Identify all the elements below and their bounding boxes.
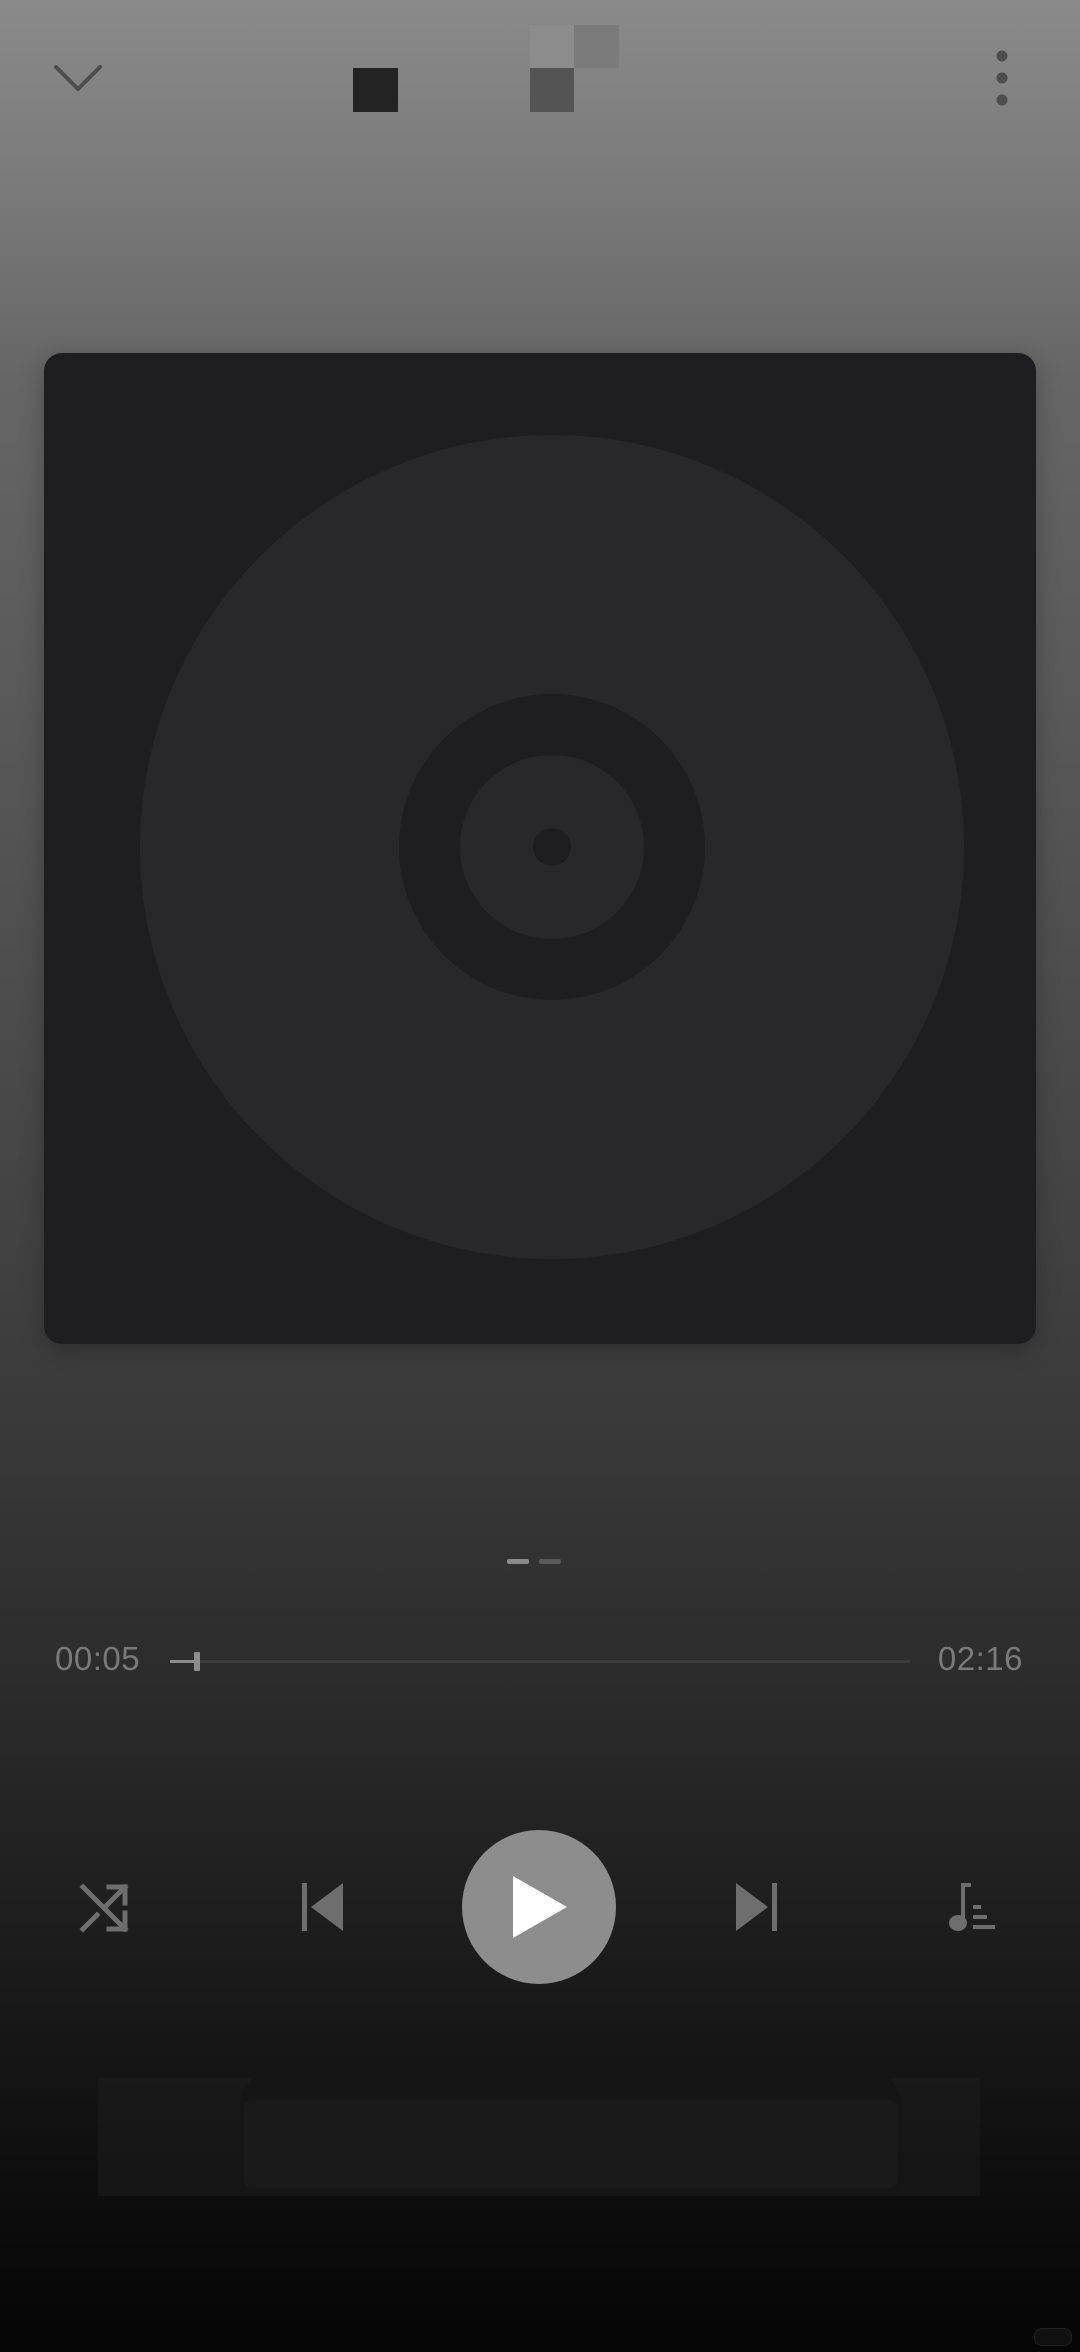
playlist-queue-icon bbox=[949, 1883, 995, 1931]
seek-bar-thumb[interactable] bbox=[194, 1652, 201, 1671]
seek-bar-progress bbox=[170, 1660, 198, 1663]
skip-previous-icon bbox=[302, 1883, 343, 1931]
shuffle-button[interactable] bbox=[65, 1867, 145, 1947]
play-icon bbox=[513, 1876, 567, 1938]
corner-badge bbox=[1034, 2328, 1072, 2346]
collapse-button[interactable] bbox=[30, 30, 126, 126]
page-dot bbox=[539, 1559, 561, 1564]
shuffle-icon bbox=[79, 1883, 129, 1933]
total-time: 02:16 bbox=[937, 1640, 1023, 1677]
play-button[interactable] bbox=[462, 1830, 616, 1984]
title-block bbox=[530, 25, 574, 68]
vinyl-disc-icon bbox=[140, 435, 964, 1259]
page-indicator bbox=[507, 1559, 563, 1565]
album-art bbox=[44, 353, 1036, 1344]
page-dot-active bbox=[507, 1559, 529, 1564]
title-block bbox=[574, 25, 619, 68]
queue-button[interactable] bbox=[933, 1867, 1013, 1947]
next-button[interactable] bbox=[716, 1867, 796, 1947]
bottom-panel-content bbox=[244, 2100, 898, 2188]
more-options-button[interactable] bbox=[954, 30, 1050, 126]
more-vertical-icon bbox=[996, 50, 1008, 106]
title-block bbox=[530, 68, 574, 112]
title-block bbox=[353, 68, 398, 112]
elapsed-time: 00:05 bbox=[55, 1640, 141, 1677]
previous-button[interactable] bbox=[283, 1867, 363, 1947]
skip-next-icon bbox=[736, 1883, 777, 1931]
chevron-down-icon bbox=[54, 65, 102, 91]
seek-bar[interactable] bbox=[170, 1652, 910, 1671]
